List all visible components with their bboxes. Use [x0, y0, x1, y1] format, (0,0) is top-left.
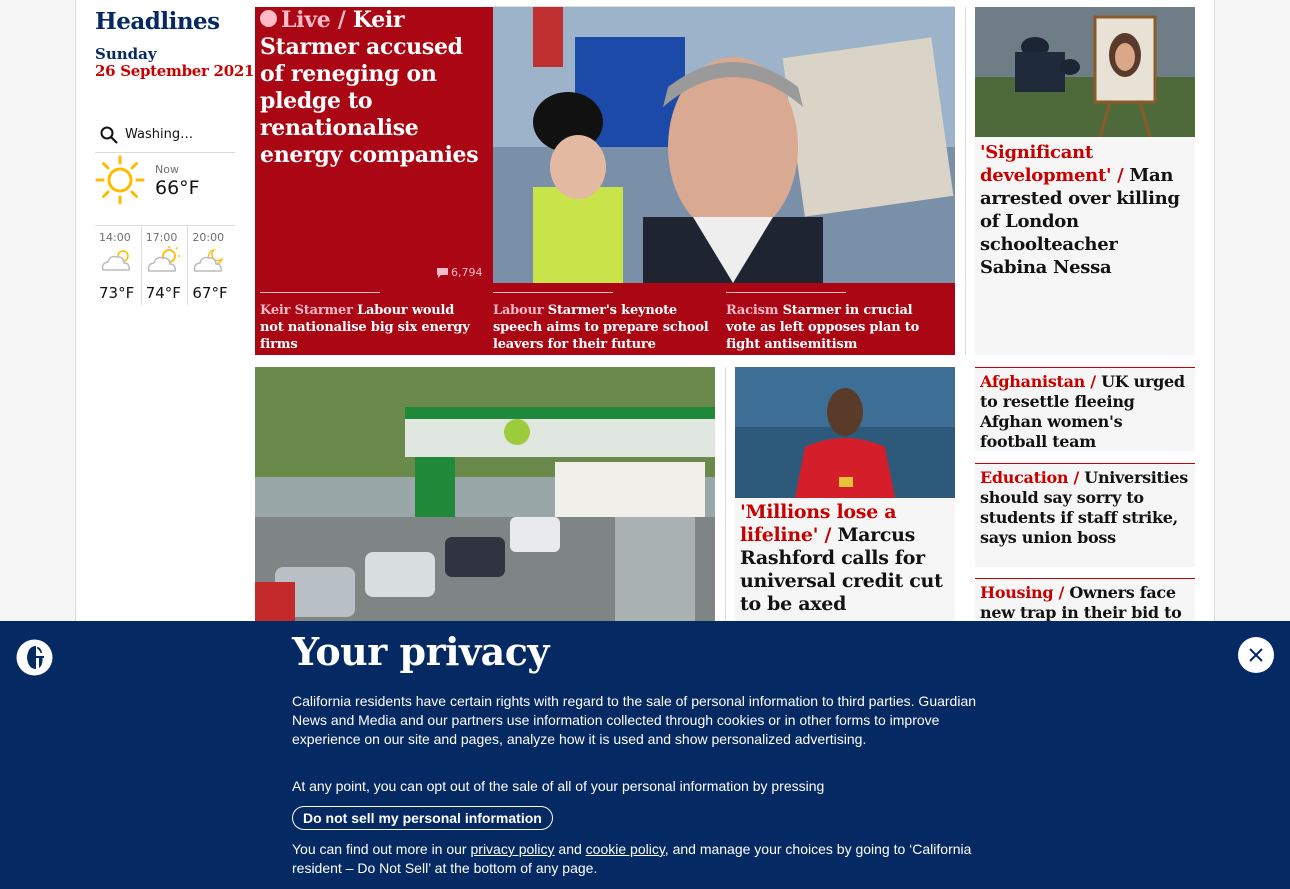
do-not-sell-button[interactable]: Do not sell my personal information: [292, 806, 553, 830]
memorial-photo-image: [975, 7, 1195, 137]
sublink-item[interactable]: Racism Starmer in crucial vote as left o…: [721, 290, 954, 353]
sublink-kicker: Racism: [726, 303, 779, 318]
lead-kicker: Live: [281, 7, 331, 33]
lead-headline[interactable]: Live / Keir Starmer accused of reneging …: [260, 7, 485, 169]
forecast-time: 20:00: [192, 231, 225, 244]
forecast-time: 17:00: [145, 231, 178, 244]
sublink-kicker: Labour: [493, 303, 544, 318]
guardian-logo-icon: [16, 639, 53, 676]
forecast-item: 17:00 74°F: [142, 226, 189, 305]
rashford-story-card[interactable]: 'Millions lose a lifeline' / Marcus Rash…: [735, 367, 955, 627]
find-prefix: You can find out more in our: [292, 841, 467, 857]
sun-icon: [95, 155, 145, 205]
privacy-body: California residents have certain rights…: [292, 692, 1002, 759]
weather-location: Washing…: [125, 127, 194, 142]
forecast-temperature: 74°F: [145, 284, 181, 302]
story-headline[interactable]: 'Significant development' / Man arrested…: [975, 137, 1195, 283]
live-indicator-icon: [260, 10, 277, 27]
forecast-item: 14:00 73°F: [95, 226, 142, 305]
forecast-temperature: 73°F: [99, 284, 135, 302]
forecast-temperature: 67°F: [192, 284, 228, 302]
rashford-photo-image: [735, 367, 955, 498]
cloud-icon: [101, 250, 130, 271]
story-kicker: Housing: [980, 583, 1054, 602]
moon-cloud-icon: [194, 248, 224, 272]
close-icon: [1249, 648, 1263, 662]
weather-forecast: 14:00 73°F 17:00 74°F 20:00 67°F: [95, 225, 235, 305]
cookie-policy-link[interactable]: cookie policy: [586, 841, 665, 857]
headlines-title: Headlines: [95, 8, 220, 35]
story-kicker: Afghanistan: [980, 372, 1086, 391]
forecast-time: 14:00: [99, 231, 131, 244]
story-image[interactable]: [735, 367, 955, 498]
weather-location-search[interactable]: Washing…: [95, 117, 235, 153]
comment-count[interactable]: 6,794: [437, 266, 483, 279]
sublink-item[interactable]: Keir Starmer Labour would not nationalis…: [255, 290, 488, 353]
lead-story-card[interactable]: Live / Keir Starmer accused of reneging …: [255, 7, 955, 355]
sublink-kicker: Keir Starmer: [260, 303, 353, 318]
weather-now: Now 66°F: [95, 155, 235, 225]
sabina-nessa-story-card[interactable]: 'Significant development' / Man arrested…: [975, 7, 1195, 355]
close-button[interactable]: [1238, 637, 1274, 673]
story-image[interactable]: [975, 7, 1195, 137]
petrol-station-photo-image: [255, 367, 715, 627]
date-day: Sunday: [95, 45, 157, 63]
date-full: 26 September 2021: [95, 62, 255, 80]
lead-image[interactable]: [493, 7, 955, 283]
small-story-card[interactable]: Education / Universities should say sorr…: [975, 463, 1195, 567]
privacy-policy-link[interactable]: privacy policy: [471, 841, 555, 857]
lead-sublinks: Keir Starmer Labour would not nationalis…: [255, 290, 955, 353]
comment-icon: [437, 267, 448, 278]
privacy-title: Your privacy: [292, 629, 550, 674]
privacy-banner: Your privacy California residents have c…: [0, 621, 1290, 889]
search-icon: [100, 126, 118, 144]
now-label: Now: [155, 163, 179, 176]
starmer-photo-image: [493, 7, 955, 283]
story-kicker: 'Significant development': [980, 142, 1112, 186]
small-story-card[interactable]: Afghanistan / UK urged to resettle fleei…: [975, 367, 1195, 451]
forecast-item: 20:00 67°F: [188, 226, 235, 305]
divider: [965, 7, 966, 355]
story-headline[interactable]: 'Millions lose a lifeline' / Marcus Rash…: [735, 498, 955, 619]
now-temperature: 66°F: [155, 177, 200, 199]
sublink-item[interactable]: Labour Starmer's keynote speech aims to …: [488, 290, 721, 353]
story-kicker: Education: [980, 468, 1069, 487]
privacy-body-text: California residents have certain rights…: [292, 693, 977, 747]
petrol-queue-story-card[interactable]: [255, 367, 715, 627]
sun-cloud-icon: [147, 246, 180, 272]
sidebar: Headlines Sunday 26 September 2021 Washi…: [95, 0, 255, 305]
comment-count-value: 6,794: [451, 266, 483, 279]
privacy-optout-text: At any point, you can opt out of the sal…: [292, 778, 825, 794]
privacy-find-more-text: You can find out more in our privacy pol…: [292, 840, 992, 878]
divider: [725, 367, 726, 627]
find-and: and: [558, 841, 582, 857]
